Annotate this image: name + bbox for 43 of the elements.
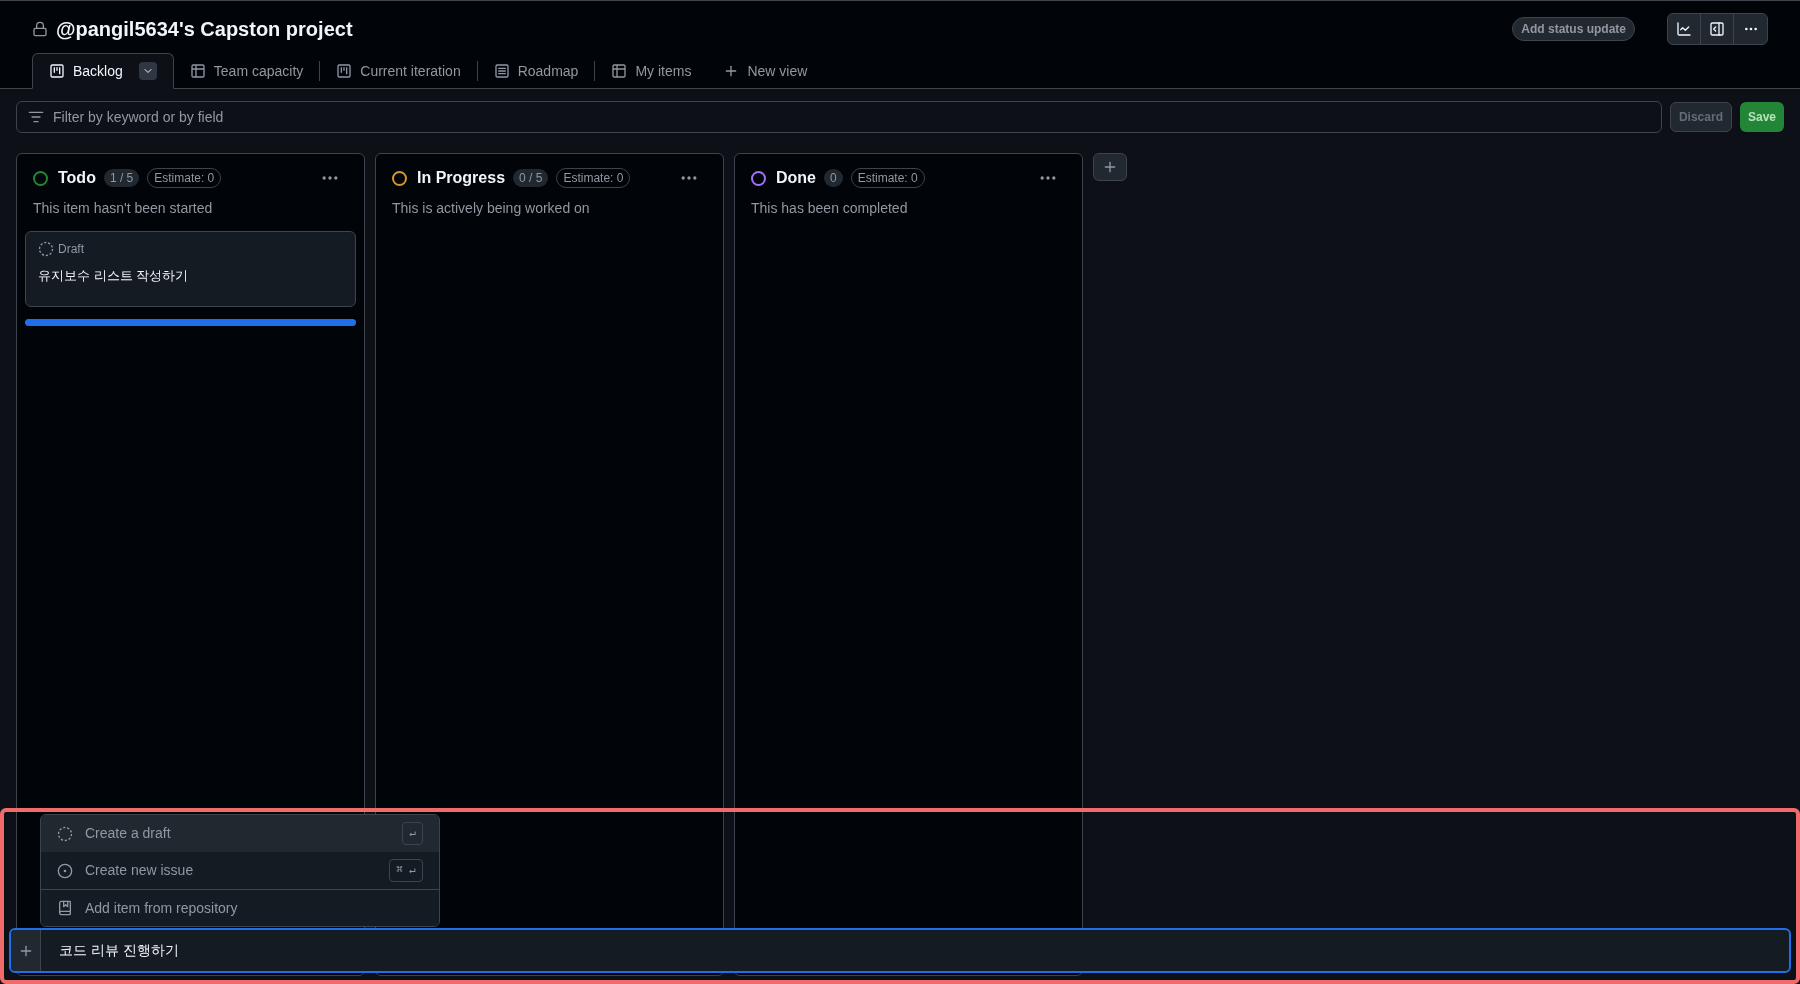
view-menu-button[interactable] bbox=[138, 62, 157, 80]
card-title: 유지보수 리스트 작성하기 bbox=[38, 267, 190, 285]
dashed-circle-icon bbox=[57, 825, 73, 842]
plus-icon bbox=[1102, 159, 1118, 175]
repository-icon bbox=[57, 900, 73, 916]
chart-icon bbox=[1676, 21, 1692, 37]
view-tab[interactable]: My items bbox=[595, 53, 708, 89]
column-title: Todo bbox=[58, 168, 96, 188]
draft-card[interactable]: Draft 유지보수 리스트 작성하기 bbox=[25, 231, 356, 307]
table-icon bbox=[611, 63, 628, 79]
new-view-button[interactable]: New view bbox=[707, 53, 824, 89]
filter-icon bbox=[28, 109, 44, 125]
new-item-field[interactable]: 코드 리뷰 진행하기 bbox=[9, 928, 1791, 973]
item-count: 0 bbox=[824, 169, 843, 187]
lock-icon bbox=[32, 21, 48, 37]
view-tab[interactable]: Team capacity bbox=[173, 53, 320, 89]
column-description: This is actively being worked on bbox=[391, 199, 591, 218]
table-icon bbox=[189, 63, 206, 79]
view-tab[interactable]: Roadmap bbox=[477, 53, 595, 89]
issue-icon bbox=[57, 862, 73, 879]
dashed-circle-icon bbox=[38, 241, 54, 257]
column-description: This has been completed bbox=[750, 199, 909, 218]
filter-field[interactable]: Filter by keyword or by field bbox=[16, 101, 1662, 133]
column-title: In Progress bbox=[417, 168, 506, 188]
shortcut-key: ⌘ ↵ bbox=[389, 859, 423, 882]
roadmap-icon bbox=[493, 63, 510, 79]
add-button[interactable] bbox=[11, 930, 41, 971]
item-count: 1 / 5 bbox=[103, 169, 140, 187]
menu-item[interactable]: Create a draft ↵ bbox=[41, 815, 439, 852]
column-title: Done bbox=[776, 168, 816, 188]
add-column-button[interactable] bbox=[1093, 153, 1127, 181]
menu-item[interactable]: Add item from repository bbox=[41, 889, 439, 926]
view-tab[interactable]: Backlog bbox=[32, 53, 174, 89]
draft-status: Draft bbox=[58, 241, 84, 258]
board-icon bbox=[336, 63, 353, 79]
view-tab[interactable]: Current iteration bbox=[320, 53, 477, 89]
shortcut-key: ↵ bbox=[402, 822, 423, 845]
project-title: @pangil5634's Capston project bbox=[56, 17, 353, 42]
column-description: This item hasn't been started bbox=[32, 199, 214, 218]
board-icon bbox=[49, 63, 65, 79]
item-count: 0 / 5 bbox=[513, 169, 549, 187]
panel-icon bbox=[1709, 21, 1725, 37]
status-update-button[interactable]: Add status update bbox=[1512, 17, 1635, 41]
